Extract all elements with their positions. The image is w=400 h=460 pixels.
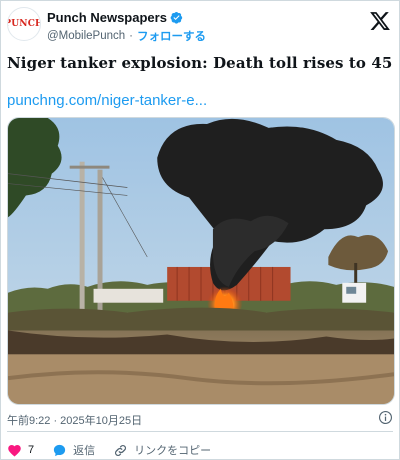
tweet-actions: 7 返信 リンクをコピー	[7, 441, 229, 459]
copy-link-button[interactable]: リンクをコピー	[113, 442, 211, 458]
explosion-photo	[8, 118, 394, 404]
tweet-photo[interactable]	[7, 117, 395, 405]
separator: ·	[129, 30, 134, 42]
reply-button[interactable]: 返信	[52, 442, 95, 458]
article-link[interactable]: punchng.com/niger-tanker-e...	[7, 92, 207, 109]
x-logo-icon[interactable]	[369, 10, 391, 32]
divider	[7, 431, 393, 432]
tweet-text: Niger tanker explosion: Death toll rises…	[7, 54, 393, 72]
reply-label: 返信	[73, 445, 96, 457]
heart-icon	[8, 444, 21, 456]
handle[interactable]: @MobilePunch	[47, 30, 125, 42]
avatar[interactable]: PUNCH	[7, 7, 41, 41]
tweet-card: PUNCH Punch Newspapers @MobilePunch · フォ…	[0, 0, 400, 460]
link-icon	[115, 444, 127, 456]
verified-badge-icon	[170, 11, 183, 24]
display-name[interactable]: Punch Newspapers	[47, 10, 167, 25]
avatar-logo-text: PUNCH	[8, 19, 40, 29]
copy-link-label: リンクをコピー	[134, 445, 212, 457]
like-button[interactable]: 7	[7, 443, 34, 458]
like-count: 7	[28, 444, 35, 456]
name-row: Punch Newspapers	[47, 10, 183, 25]
handle-row: @MobilePunch · フォローする	[47, 28, 206, 44]
info-icon[interactable]	[378, 410, 393, 425]
follow-button[interactable]: フォローする	[137, 28, 206, 44]
tweet-timestamp[interactable]: 午前9:22 · 2025年10月25日	[7, 412, 142, 428]
tweet-header: PUNCH Punch Newspapers @MobilePunch · フォ…	[7, 7, 395, 44]
reply-icon	[54, 444, 66, 456]
